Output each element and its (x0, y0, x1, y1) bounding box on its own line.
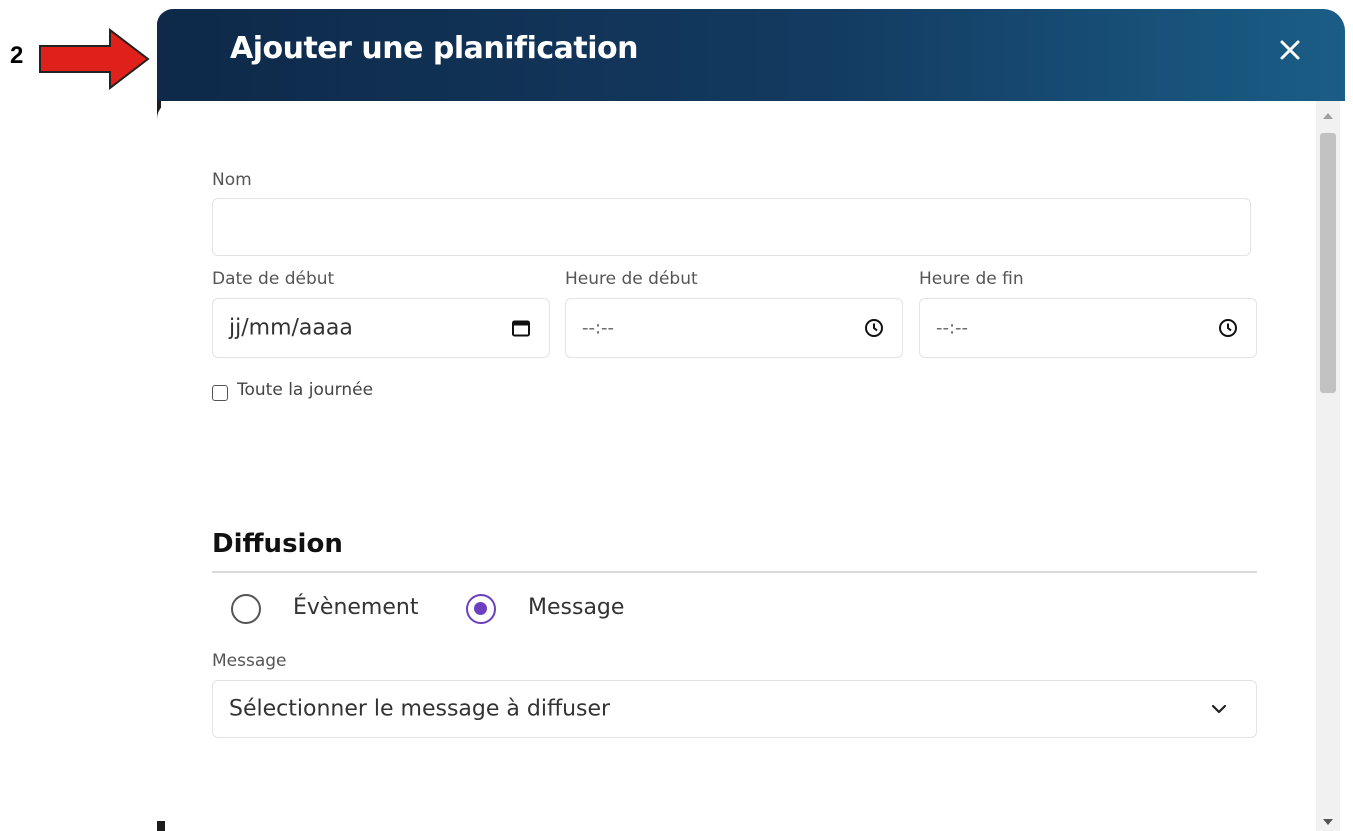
radio-message[interactable] (466, 594, 496, 624)
radio-evenement-label: Évènement (293, 595, 419, 620)
start-date-input[interactable]: jj/mm/aaaa (212, 298, 550, 358)
calendar-icon[interactable] (511, 318, 531, 338)
scroll-thumb[interactable] (1320, 133, 1336, 393)
add-schedule-dialog: Ajouter une planification Nom Date de dé… (157, 9, 1345, 831)
scroll-down-icon[interactable] (1323, 819, 1333, 825)
vertical-scrollbar[interactable] (1316, 101, 1340, 831)
message-select[interactable]: Sélectionner le message à diffuser (212, 680, 1257, 738)
name-input[interactable] (212, 198, 1251, 256)
scroll-up-icon[interactable] (1323, 113, 1333, 119)
diffusion-title: Diffusion (212, 529, 343, 559)
start-date-placeholder: jj/mm/aaaa (229, 315, 353, 341)
section-divider (212, 571, 1257, 573)
clock-icon[interactable] (864, 318, 884, 338)
message-label: Message (212, 651, 287, 671)
close-icon[interactable] (1275, 35, 1305, 65)
message-select-placeholder: Sélectionner le message à diffuser (229, 696, 611, 722)
end-time-placeholder: --:-- (936, 317, 969, 339)
step-number: 2 (10, 42, 24, 69)
step-annotation: 2 (0, 24, 160, 94)
window-edge (157, 821, 165, 831)
dialog-header: Ajouter une planification (157, 9, 1345, 101)
radio-evenement[interactable] (231, 594, 261, 624)
start-time-placeholder: --:-- (582, 317, 615, 339)
start-time-label: Heure de début (565, 269, 698, 289)
chevron-down-icon[interactable] (1210, 703, 1228, 715)
end-time-label: Heure de fin (919, 269, 1024, 289)
all-day-checkbox[interactable] (212, 385, 228, 401)
start-date-label: Date de début (212, 269, 335, 289)
start-time-input[interactable]: --:-- (565, 298, 903, 358)
red-arrow-icon (39, 28, 150, 90)
name-label: Nom (212, 170, 252, 190)
radio-message-label: Message (528, 595, 625, 620)
all-day-label: Toute la journée (237, 380, 374, 400)
dialog-title: Ajouter une planification (230, 31, 639, 66)
end-time-input[interactable]: --:-- (919, 298, 1257, 358)
clock-icon[interactable] (1218, 318, 1238, 338)
